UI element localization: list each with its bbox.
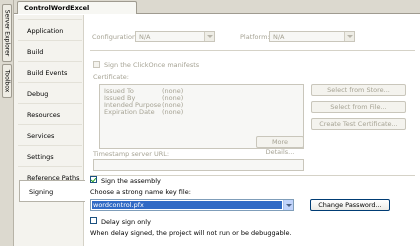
certificate-row: Expiration Date (none) xyxy=(104,108,183,116)
sign-clickonce-checkbox[interactable] xyxy=(93,61,100,68)
key-file-label: Choose a strong name key file: xyxy=(90,188,191,196)
cert-field-label: Expiration Date xyxy=(104,108,155,116)
nav-item-settings[interactable]: Settings xyxy=(18,145,82,166)
divider xyxy=(90,175,415,176)
select-from-store-button[interactable]: Select from Store... xyxy=(311,84,406,96)
document-tab[interactable]: ControlWordExcel xyxy=(17,1,137,14)
sign-assembly-label: Sign the assembly xyxy=(101,177,161,185)
nav-item-label: Resources xyxy=(27,111,61,119)
signing-page: Configuration: N/A Platform: N/A Sign th… xyxy=(84,15,420,246)
nav-item-services[interactable]: Services xyxy=(18,124,82,145)
nav-item-debug[interactable]: Debug xyxy=(18,82,82,103)
chevron-down-icon xyxy=(344,32,354,41)
nav-item-label: Services xyxy=(27,132,55,140)
nav-item-label: Settings xyxy=(27,153,54,161)
document-tab-bar: ControlWordExcel xyxy=(14,0,420,14)
delay-sign-label: Delay sign only xyxy=(101,218,151,226)
nav-item-label: Application xyxy=(27,27,64,35)
configuration-value: N/A xyxy=(139,33,151,41)
divider xyxy=(90,50,415,51)
change-password-button[interactable]: Change Password... xyxy=(310,199,390,211)
sign-assembly-checkbox[interactable] xyxy=(90,176,97,183)
key-file-dropdown[interactable]: wordcontrol.pfx xyxy=(90,199,294,211)
chevron-down-icon xyxy=(204,32,214,41)
platform-dropdown[interactable]: N/A xyxy=(269,31,355,42)
cert-field-value: (none) xyxy=(162,108,184,116)
platform-label: Platform: xyxy=(240,33,270,41)
select-from-file-button[interactable]: Select from File... xyxy=(311,101,406,113)
nav-item-label: Signing xyxy=(29,188,54,196)
toolbox-label: Toolbox xyxy=(3,69,11,93)
delay-sign-note: When delay signed, the project will not … xyxy=(90,229,292,237)
nav-item-label: Build xyxy=(27,48,44,56)
timestamp-label: Timestamp server URL: xyxy=(93,150,170,158)
sign-clickonce-label: Sign the ClickOnce manifests xyxy=(104,61,200,69)
certificate-label: Certificate: xyxy=(93,73,129,81)
toolbox-tab[interactable]: Toolbox xyxy=(2,64,12,98)
timestamp-url-input[interactable] xyxy=(93,159,304,171)
nav-item-resources[interactable]: Resources xyxy=(18,103,82,124)
nav-item-label: Build Events xyxy=(27,69,68,77)
chevron-down-icon xyxy=(283,200,293,210)
nav-item-label: Debug xyxy=(27,90,49,98)
key-file-value: wordcontrol.pfx xyxy=(92,201,282,209)
nav-item-build[interactable]: Build xyxy=(18,40,82,61)
configuration-dropdown[interactable]: N/A xyxy=(135,31,215,42)
server-explorer-label: Server Explorer xyxy=(3,9,11,57)
create-test-certificate-button[interactable]: Create Test Certificate... xyxy=(311,118,406,130)
nav-item-application[interactable]: Application xyxy=(18,19,82,40)
platform-value: N/A xyxy=(273,33,285,41)
document-tab-title: ControlWordExcel xyxy=(24,4,90,12)
server-explorer-tab[interactable]: Server Explorer xyxy=(2,4,12,62)
side-panel-strip: Server Explorer Toolbox xyxy=(0,0,14,246)
more-details-button[interactable]: More Details... xyxy=(256,136,304,156)
nav-item-signing[interactable]: Signing xyxy=(19,180,85,202)
nav-item-build-events[interactable]: Build Events xyxy=(18,61,82,82)
configuration-label: Configuration: xyxy=(92,33,139,41)
property-page-nav: Application Build Build Events Debug Res… xyxy=(14,15,85,246)
delay-sign-checkbox[interactable] xyxy=(90,217,97,224)
